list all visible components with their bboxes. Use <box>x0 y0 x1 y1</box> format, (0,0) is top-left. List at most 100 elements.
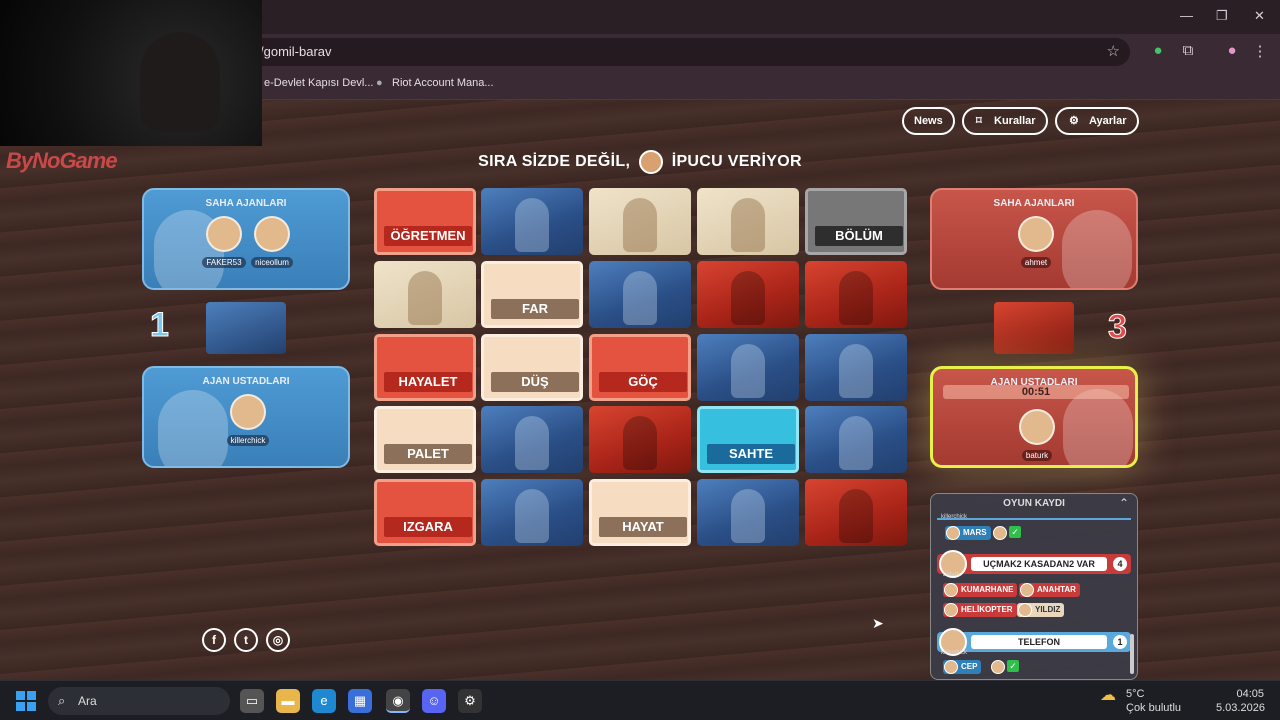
board-card[interactable] <box>805 334 907 401</box>
extension-shield-icon[interactable]: ● <box>1148 42 1168 62</box>
board-card[interactable]: SAHTE <box>697 406 799 473</box>
board-card[interactable] <box>697 188 799 255</box>
windows-taskbar: ⌕ Ara ▭ ▬ e ▦ ◉ ☺ ⚙ ☁ 5°C Çok bulutlu 04… <box>0 680 1280 720</box>
card-word: BÖLÜM <box>815 226 903 246</box>
search-icon: ⌕ <box>58 693 66 708</box>
facebook-icon[interactable]: f <box>202 628 226 652</box>
edge-browser-icon[interactable]: e <box>312 689 336 713</box>
check-icon: ✓ <box>1009 526 1021 538</box>
board-card[interactable] <box>805 406 907 473</box>
board-card[interactable] <box>481 188 583 255</box>
card-word: PALET <box>384 444 472 464</box>
avatar <box>946 526 960 540</box>
avatar <box>206 216 242 252</box>
weather-widget[interactable]: ☁ 5°C Çok bulutlu <box>1100 687 1181 715</box>
log-title: OYUN KAYDI <box>1003 498 1065 509</box>
turn-suffix: İPUCU VERİYOR <box>671 153 802 171</box>
log-scrollbar[interactable] <box>1130 634 1134 674</box>
chrome-icon[interactable]: ◉ <box>386 689 410 713</box>
turn-indicator: SIRA SİZDE DEĞİL, İPUCU VERİYOR <box>370 150 910 174</box>
twitter-icon[interactable]: t <box>234 628 258 652</box>
clue-number: 4 <box>1113 557 1127 571</box>
card-word: HAYALET <box>384 372 472 392</box>
turn-prefix: SIRA SİZDE DEĞİL, <box>478 153 631 171</box>
player-name: niceollum <box>251 257 293 268</box>
guess-word: HELİKOPTER <box>961 605 1013 614</box>
red-operative-1[interactable]: ahmet <box>1012 216 1060 270</box>
board-card[interactable] <box>805 479 907 546</box>
card-word: ÖĞRETMEN <box>384 226 472 246</box>
board-card[interactable]: IZGARA <box>374 479 476 546</box>
webcam-overlay <box>0 0 262 146</box>
guess-word: ANAHTAR <box>1037 585 1076 594</box>
avatar <box>993 526 1007 540</box>
board-card[interactable] <box>697 261 799 328</box>
news-button[interactable]: News <box>902 107 955 135</box>
board-card[interactable] <box>481 406 583 473</box>
board-card[interactable] <box>697 479 799 546</box>
agent-portrait <box>515 489 549 543</box>
bookmark-riot[interactable]: Riot Account Mana... <box>392 77 494 89</box>
close-button[interactable]: ✕ <box>1254 8 1265 24</box>
board-card[interactable]: GÖÇ <box>589 334 691 401</box>
collapse-chevron-icon[interactable]: ⌃ <box>1119 496 1129 510</box>
blue-spymasters-title: AJAN USTADLARI <box>202 376 290 387</box>
board-card[interactable]: HAYALET <box>374 334 476 401</box>
blue-operatives-title: SAHA AJANLARI <box>205 198 287 209</box>
taskbar-clock[interactable]: 04:05 5.03.2026 <box>1216 687 1265 715</box>
board-card[interactable]: PALET <box>374 406 476 473</box>
avatar <box>230 394 266 430</box>
settings-button[interactable]: ⚙ Ayarlar <box>1055 107 1139 135</box>
guess-word: MARS <box>963 528 987 537</box>
profile-avatar-icon[interactable]: ● <box>1222 42 1242 62</box>
restore-button[interactable]: ❐ <box>1216 8 1228 24</box>
windows-start-icon[interactable] <box>16 691 36 711</box>
avatar <box>1020 583 1034 597</box>
discord-icon[interactable]: ☺ <box>422 689 446 713</box>
board-card[interactable] <box>374 261 476 328</box>
blue-agent-illustration <box>158 390 228 466</box>
board-card[interactable]: FAR <box>481 261 583 328</box>
blue-spymaster-1[interactable]: killerchick <box>224 394 272 448</box>
store-icon[interactable]: ▦ <box>348 689 372 713</box>
board-card[interactable] <box>481 479 583 546</box>
steam-icon[interactable]: ⚙ <box>458 689 482 713</box>
instagram-icon[interactable]: ◎ <box>266 628 290 652</box>
task-view-icon[interactable]: ▭ <box>240 689 264 713</box>
bookmark-edevlet[interactable]: e-Devlet Kapısı Devl... <box>264 77 373 89</box>
board-card[interactable] <box>589 261 691 328</box>
card-word: HAYAT <box>599 517 687 537</box>
board-card[interactable] <box>697 334 799 401</box>
board-card[interactable]: HAYAT <box>589 479 691 546</box>
card-word: IZGARA <box>384 517 472 537</box>
player-name: ahmet <box>1020 257 1052 268</box>
riot-icon: ● <box>376 77 383 89</box>
watermark-logo: ByNoGame <box>6 148 118 173</box>
clue-word: UÇMAK2 KASADAN2 VAR <box>971 557 1107 571</box>
board-card[interactable]: BÖLÜM <box>805 188 907 255</box>
extensions-puzzle-icon[interactable]: ⧉ <box>1178 42 1198 62</box>
log-divider <box>937 518 1131 520</box>
board-card[interactable]: DÜŞ <box>481 334 583 401</box>
taskbar-search[interactable]: ⌕ Ara <box>48 687 230 715</box>
board-card[interactable] <box>589 406 691 473</box>
file-explorer-icon[interactable]: ▬ <box>276 689 300 713</box>
log-clue-entry: TELEFON 1 <box>937 628 1131 656</box>
bookmark-star-icon[interactable]: ☆ <box>1107 38 1120 66</box>
game-log: OYUN KAYDI ⌃ killerchick MARS ✓ UÇMAK2 K… <box>930 493 1138 680</box>
board-card[interactable]: ÖĞRETMEN <box>374 188 476 255</box>
red-spymaster-1[interactable]: baturk <box>1013 409 1061 463</box>
turn-timer: 00:51 <box>943 385 1129 399</box>
blue-operatives-panel: SAHA AJANLARI FAKER53 niceollum <box>142 188 350 290</box>
settings-label: Ayarlar <box>1089 115 1127 127</box>
minimize-button[interactable]: — <box>1180 8 1193 23</box>
blue-operative-2[interactable]: niceollum <box>248 216 296 270</box>
board-card[interactable] <box>805 261 907 328</box>
agent-portrait <box>839 271 873 325</box>
rules-button[interactable]: ⌑ Kurallar <box>962 107 1048 135</box>
browser-menu-icon[interactable]: ⋮ <box>1250 42 1270 62</box>
bookmark-icon: ⌑ <box>976 115 982 127</box>
address-bar[interactable]: /gomil-barav ☆ <box>240 38 1130 66</box>
blue-operative-1[interactable]: FAKER53 <box>200 216 248 270</box>
board-card[interactable] <box>589 188 691 255</box>
